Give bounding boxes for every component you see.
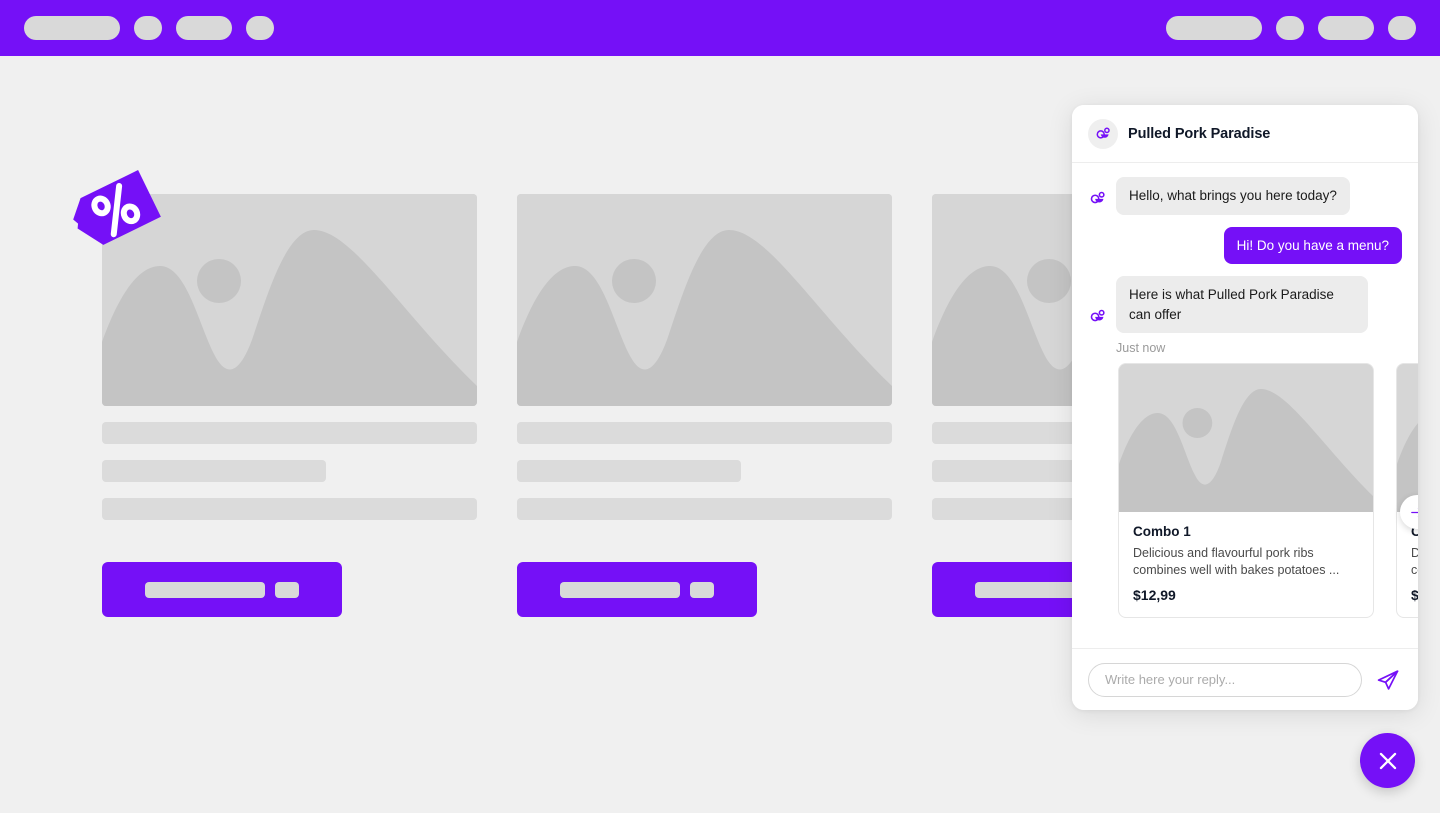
nav-right-group <box>1166 16 1416 40</box>
users-icon <box>1090 309 1105 322</box>
product-title: Combo 1 <box>1133 524 1191 540</box>
skeleton-button-label <box>560 581 680 598</box>
skeleton-text-line <box>102 422 477 444</box>
product-carousel: Combo 1 Delicious and flavourful pork ri… <box>1072 363 1418 618</box>
chat-message-list: Hello, what brings you here today? Hi! D… <box>1072 163 1418 648</box>
skeleton-button-icon <box>690 581 714 598</box>
reply-input[interactable] <box>1088 662 1362 697</box>
product-image <box>1397 364 1418 513</box>
skeleton-text-line <box>517 498 892 520</box>
arrow-right-icon <box>1410 507 1418 517</box>
send-paper-plane-icon <box>1377 669 1399 690</box>
message-bubble: Hi! Do you have a menu? <box>1223 226 1402 265</box>
product-description: Delicious and flavourful pork ribs combi… <box>1133 546 1340 578</box>
nav-placeholder-item-3[interactable] <box>246 16 274 40</box>
skeleton-text-line <box>517 422 892 444</box>
page-title: Pulled Pork Paradise <box>1128 125 1271 142</box>
skeleton-image-placeholder <box>517 194 892 406</box>
top-navigation-bar <box>0 0 1440 56</box>
close-icon <box>1379 752 1396 769</box>
skeleton-cta-button[interactable] <box>517 562 757 617</box>
product-card[interactable]: Combo 1 Delicious and flavourful pork ri… <box>1118 363 1374 618</box>
users-icon <box>1090 191 1105 203</box>
nav-placeholder-logo[interactable] <box>24 16 120 40</box>
message-timestamp: Just now <box>1116 341 1166 356</box>
chat-message-user: Hi! Do you have a menu? <box>1072 226 1418 265</box>
chat-header: Pulled Pork Paradise <box>1072 105 1418 163</box>
skeleton-text-line <box>102 460 326 482</box>
product-description: Delicious and flavourful pork ribs combi… <box>1411 546 1418 578</box>
message-bubble: Here is what Pulled Pork Paradise can of… <box>1116 276 1368 334</box>
skeleton-image-placeholder <box>102 194 477 406</box>
skeleton-product-card[interactable] <box>517 194 892 617</box>
avatar <box>1088 118 1118 149</box>
nav-placeholder-item-1[interactable] <box>134 16 162 40</box>
message-bubble: Hello, what brings you here today? <box>1116 177 1350 215</box>
nav-left-group <box>24 16 274 40</box>
carousel-track: Combo 1 Delicious and flavourful pork ri… <box>1118 363 1418 618</box>
chat-message-bot: Here is what Pulled Pork Paradise can of… <box>1072 276 1418 334</box>
product-image <box>1119 364 1373 513</box>
close-chat-button[interactable] <box>1360 733 1415 788</box>
nav-placeholder-item-5[interactable] <box>1276 16 1304 40</box>
chat-widget: Pulled Pork Paradise Hello, what brings … <box>1072 105 1418 710</box>
avatar <box>1088 189 1108 213</box>
product-card[interactable]: Combo 2 Delicious and flavourful pork ri… <box>1396 363 1418 618</box>
product-info: Combo 1 Delicious and flavourful pork ri… <box>1119 512 1373 617</box>
skeleton-product-card[interactable] <box>102 194 477 617</box>
nav-placeholder-item-7[interactable] <box>1388 16 1416 40</box>
skeleton-button-icon <box>275 581 299 598</box>
skeleton-cta-button[interactable] <box>102 562 342 617</box>
nav-placeholder-item-4[interactable] <box>1166 16 1262 40</box>
product-price: $12,99 <box>1133 587 1176 603</box>
avatar <box>1088 307 1108 331</box>
skeleton-text-line <box>102 498 477 520</box>
users-icon <box>1096 127 1110 139</box>
chat-message-bot: Hello, what brings you here today? <box>1072 177 1418 215</box>
nav-placeholder-item-6[interactable] <box>1318 16 1374 40</box>
product-price: $14,99 <box>1411 587 1418 603</box>
send-button[interactable] <box>1374 666 1402 694</box>
skeleton-text-line <box>517 460 741 482</box>
skeleton-button-label <box>145 581 265 598</box>
nav-placeholder-item-2[interactable] <box>176 16 232 40</box>
chat-footer <box>1072 648 1418 710</box>
